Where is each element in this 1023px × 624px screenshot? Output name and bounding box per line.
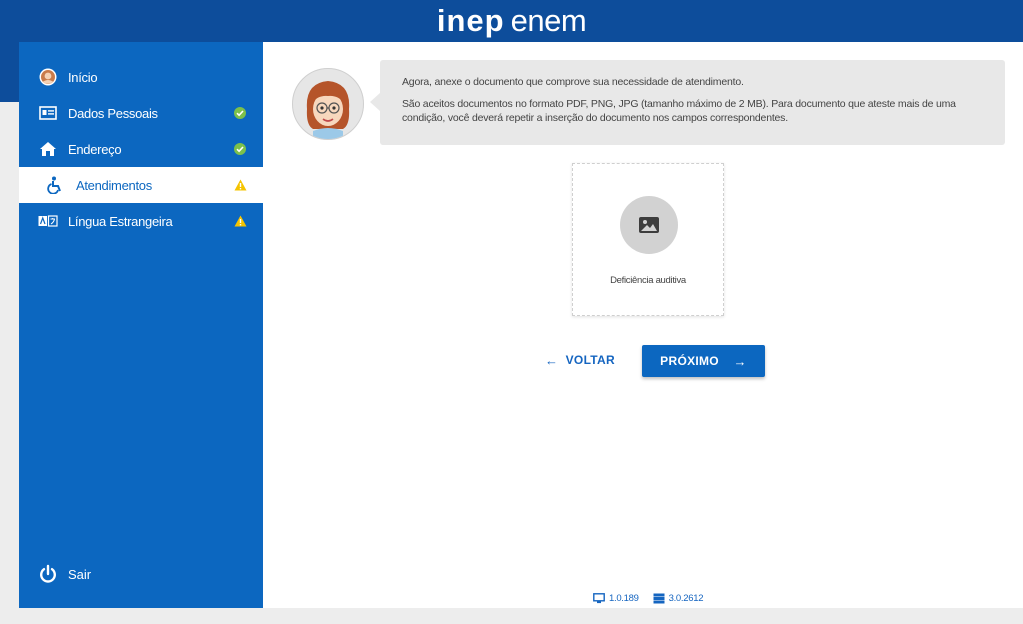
- power-icon: [38, 564, 58, 584]
- server-icon: [653, 593, 665, 603]
- sidebar-item-label: Língua Estrangeira: [68, 213, 173, 229]
- sidebar-item-inicio[interactable]: Início: [19, 59, 263, 95]
- logout-button[interactable]: Sair: [19, 560, 139, 588]
- arrow-left-icon: ←: [545, 352, 559, 368]
- image-icon: [620, 196, 678, 254]
- sidebar: Início Dados Pessoais Endereço Atendimen…: [19, 42, 263, 608]
- sidebar-item-atendimentos[interactable]: Atendimentos: [19, 167, 263, 203]
- sidebar-item-label: Início: [68, 69, 98, 85]
- warning-icon: [233, 214, 247, 228]
- client-version: 1.0.189: [609, 592, 639, 604]
- assistant-message: Agora, anexe o documento que comprove su…: [370, 60, 1005, 145]
- warning-icon: [233, 178, 247, 192]
- sidebar-item-endereco[interactable]: Endereço: [19, 131, 263, 167]
- assistant-message-line: São aceitos documentos no formato PDF, P…: [402, 98, 956, 124]
- version-footer: 1.0.189 3.0.2612: [593, 591, 723, 605]
- check-circle-icon: [233, 142, 247, 156]
- logo: inep enem: [0, 4, 1023, 38]
- sidebar-item-label: Endereço: [68, 141, 122, 157]
- back-button[interactable]: ← VOLTAR: [545, 346, 615, 374]
- assistant-avatar: [292, 68, 364, 140]
- arrow-right-icon: →: [733, 353, 747, 369]
- upload-label: Deficiência auditiva: [610, 275, 686, 286]
- sidebar-item-label: Dados Pessoais: [68, 105, 158, 121]
- monitor-icon: [593, 592, 605, 603]
- next-button[interactable]: PRÓXIMO →: [642, 345, 765, 377]
- next-button-label: PRÓXIMO: [660, 354, 719, 368]
- user-avatar-icon: [38, 67, 58, 87]
- logo-inep: inep: [436, 3, 505, 38]
- assistant-message-line: Agora, anexe o documento que comprove su…: [402, 76, 744, 88]
- check-circle-icon: [233, 106, 247, 120]
- server-version: 3.0.2612: [668, 592, 704, 604]
- id-card-icon: [38, 103, 58, 123]
- sidebar-item-lingua-estrangeira[interactable]: Língua Estrangeira: [19, 203, 263, 239]
- translate-icon: [38, 211, 58, 231]
- sidebar-item-label: Atendimentos: [76, 177, 152, 193]
- back-button-label: VOLTAR: [565, 353, 615, 367]
- logo-enem: enem: [510, 3, 587, 38]
- sidebar-item-dados-pessoais[interactable]: Dados Pessoais: [19, 95, 263, 131]
- main-content: Agora, anexe o documento que comprove su…: [263, 42, 1023, 608]
- wheelchair-icon: [46, 175, 66, 195]
- logout-label: Sair: [68, 566, 92, 582]
- upload-card-deficiencia-auditiva[interactable]: Deficiência auditiva: [572, 163, 724, 316]
- home-icon: [38, 139, 58, 159]
